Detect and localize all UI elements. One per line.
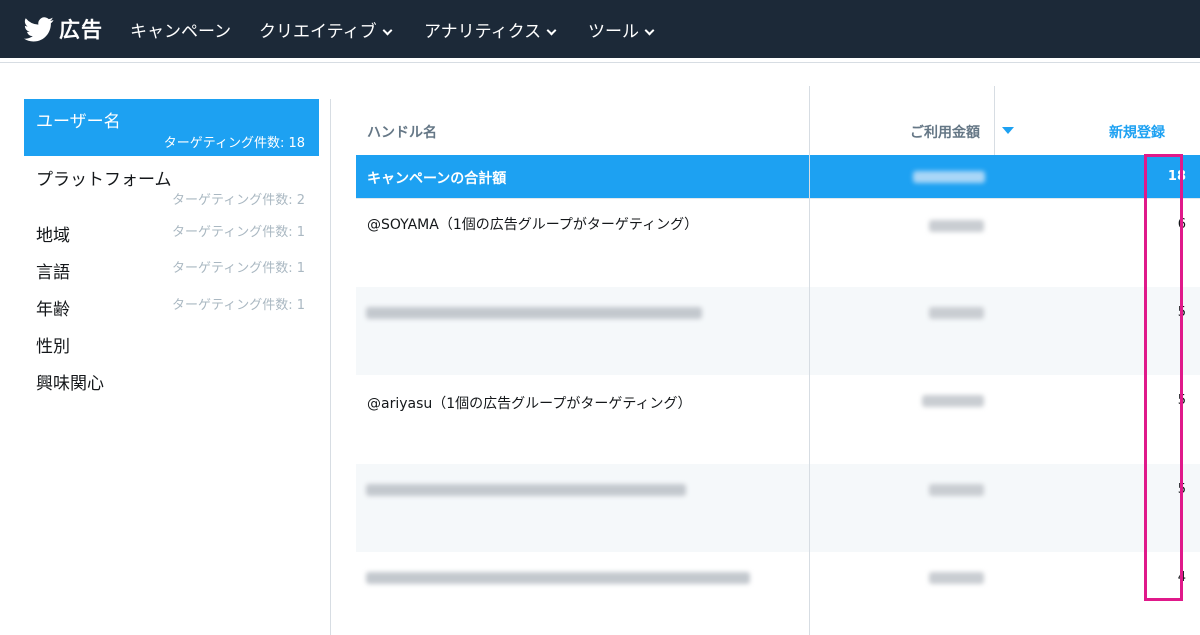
sidebar-item-label: 年齢 — [36, 300, 70, 320]
sidebar-divider — [330, 99, 331, 635]
nav-item-label: キャンペーン — [130, 22, 232, 42]
sidebar-item-count: ターゲティング件数: 1 — [171, 225, 305, 240]
sidebar-item-count: ターゲティング件数: 1 — [171, 298, 305, 313]
sidebar-item-label: 言語 — [36, 263, 70, 283]
sidebar-item-language[interactable]: 言語 ターゲティング件数: 1 — [24, 247, 319, 284]
sidebar-item-gender[interactable]: 性別 — [24, 321, 319, 358]
blurred-spend-value — [929, 307, 984, 319]
sidebar-item-label: 興味関心 — [36, 374, 104, 394]
blurred-spend-value — [913, 171, 985, 183]
nav-item-campaigns[interactable]: キャンペーン — [130, 17, 231, 42]
blurred-handle-value — [366, 484, 686, 496]
sidebar-item-count: ターゲティング件数: 1 — [171, 261, 305, 276]
blurred-spend-value — [929, 220, 984, 232]
sidebar-item-count: ターゲティング件数: 2 — [171, 193, 305, 208]
brand-title[interactable]: 広告 — [59, 14, 103, 44]
handle-cell: @SOYAMA（1個の広告グループがターゲティング） — [367, 217, 699, 233]
sidebar-item-interests[interactable]: 興味関心 — [24, 358, 319, 395]
header-divider — [0, 62, 1200, 63]
table-row[interactable]: 5 — [356, 287, 1200, 375]
signups-highlight-annotation — [1144, 154, 1183, 601]
nav-item-analytics[interactable]: アナリティクス — [424, 17, 557, 42]
table-row[interactable]: @ariyasu（1個の広告グループがターゲティング） 5 — [356, 375, 1200, 464]
table-row[interactable]: 4 — [356, 552, 1200, 635]
blurred-spend-value — [929, 484, 984, 496]
chevron-down-icon — [382, 25, 393, 36]
sidebar-item-platform[interactable]: プラットフォーム ターゲティング件数: 2 — [24, 156, 319, 210]
sidebar-item-label: 地域 — [36, 226, 70, 246]
top-nav-bar: 広告 キャンペーン クリエイティブ アナリティクス ツール — [0, 0, 1200, 58]
sidebar-item-location[interactable]: 地域 ターゲティング件数: 1 — [24, 210, 319, 247]
sidebar-item-label: 性別 — [36, 337, 70, 357]
nav-item-label: ツール — [588, 22, 639, 42]
handle-cell: @ariyasu（1個の広告グループがターゲティング） — [367, 396, 692, 412]
nav-item-label: アナリティクス — [424, 22, 542, 42]
sidebar-item-label: ユーザー名 — [36, 112, 121, 132]
sidebar-item-count: ターゲティング件数: 18 — [163, 136, 305, 151]
twitter-bird-icon[interactable] — [24, 14, 54, 44]
blurred-handle-value — [366, 307, 702, 319]
table-row[interactable]: 5 — [356, 464, 1200, 552]
blurred-spend-value — [929, 572, 984, 584]
column-header-signups[interactable]: 新規登録 — [1109, 122, 1165, 142]
nav-item-label: クリエイティブ — [259, 22, 377, 42]
chevron-down-icon — [644, 25, 655, 36]
nav-item-creatives[interactable]: クリエイティブ — [259, 17, 393, 42]
table-row[interactable]: @SOYAMA（1個の広告グループがターゲティング） 6 — [356, 199, 1200, 287]
sort-descending-icon[interactable] — [1002, 127, 1014, 134]
sidebar-item-age[interactable]: 年齢 ターゲティング件数: 1 — [24, 284, 319, 321]
blurred-handle-value — [366, 572, 750, 584]
chevron-down-icon — [546, 25, 557, 36]
column-header-spend[interactable]: ご利用金額 — [910, 122, 980, 142]
column-header-handle[interactable]: ハンドル名 — [367, 122, 437, 142]
nav-item-tools[interactable]: ツール — [588, 17, 655, 42]
blurred-spend-value — [922, 395, 984, 407]
table-row-total: キャンペーンの合計額 18 — [356, 155, 1200, 199]
sidebar-item-label: プラットフォーム — [36, 170, 172, 190]
sidebar-item-username[interactable]: ユーザー名 ターゲティング件数: 18 — [24, 99, 319, 156]
column-separator — [994, 86, 995, 155]
total-label: キャンペーンの合計額 — [367, 171, 507, 187]
column-separator — [809, 86, 810, 635]
